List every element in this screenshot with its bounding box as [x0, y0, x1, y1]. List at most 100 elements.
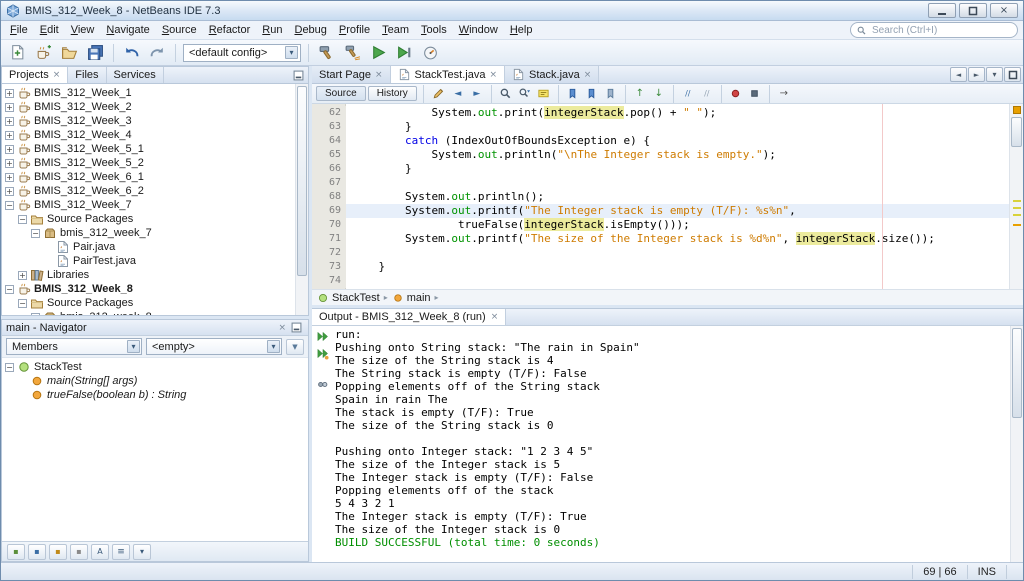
collapse-icon[interactable]: − [5, 201, 14, 210]
menu-debug[interactable]: Debug [288, 22, 332, 38]
navigator-minimize-button[interactable] [289, 321, 304, 335]
scroll-tabs-right-button[interactable]: ► [968, 67, 985, 82]
collapse-icon[interactable]: − [5, 363, 14, 372]
projects-tree[interactable]: +BMIS_312_Week_1+BMIS_312_Week_2+BMIS_31… [2, 84, 308, 315]
output-tab[interactable]: Output - BMIS_312_Week_8 (run)× [312, 309, 506, 325]
minimize-button[interactable] [928, 3, 956, 18]
menu-help[interactable]: Help [504, 22, 539, 38]
expand-icon[interactable]: + [5, 145, 14, 154]
menu-source[interactable]: Source [156, 22, 203, 38]
editor-tab-start-page[interactable]: Start Page× [312, 66, 391, 83]
breadcrumb-item[interactable]: StackTest [317, 292, 380, 304]
search-box[interactable] [850, 22, 1018, 38]
history-view-button[interactable]: History [368, 86, 417, 101]
close-icon[interactable]: × [53, 70, 61, 80]
next-occurrence-button[interactable]: ↓ [650, 86, 668, 102]
shift-right-button[interactable]: → [775, 86, 793, 102]
menu-edit[interactable]: Edit [34, 22, 65, 38]
project-tree-item[interactable]: −BMIS_312_Week_7 [2, 198, 308, 212]
expand-icon[interactable]: + [5, 131, 14, 140]
undo-button[interactable] [119, 41, 144, 64]
project-tree-item[interactable]: +BMIS_312_Week_3 [2, 114, 308, 128]
menu-view[interactable]: View [65, 22, 101, 38]
projects-minimize-button[interactable] [291, 68, 306, 82]
sort-by-source-button[interactable]: ≡ [112, 544, 130, 560]
expand-icon[interactable]: + [5, 159, 14, 168]
last-edit-button[interactable] [430, 86, 448, 102]
show-inherited-button[interactable]: ▪ [7, 544, 25, 560]
new-project-button[interactable] [31, 41, 56, 64]
editor-status-indicator[interactable] [1013, 106, 1021, 114]
stop-macro-button[interactable] [746, 86, 764, 102]
expand-icon[interactable]: + [5, 103, 14, 112]
editor-tab-stack-java[interactable]: Stack.java× [505, 66, 599, 83]
previous-occurrence-button[interactable]: ↑ [631, 86, 649, 102]
menu-team[interactable]: Team [376, 22, 415, 38]
project-tree-item[interactable]: +BMIS_312_Week_6_1 [2, 170, 308, 184]
maximize-window-button[interactable] [1004, 67, 1021, 82]
uncomment-button[interactable]: // [698, 86, 716, 102]
profile-project-button[interactable] [418, 41, 443, 64]
back-button[interactable]: ◄ [449, 86, 467, 102]
menu-profile[interactable]: Profile [333, 22, 376, 38]
navigator-tree[interactable]: −StackTestmain(String[] args)trueFalse(b… [2, 358, 308, 541]
navigator-tree-item[interactable]: main(String[] args) [2, 374, 308, 388]
open-project-button[interactable] [57, 41, 82, 64]
project-tree-item[interactable]: −Source Packages [2, 296, 308, 310]
collapse-icon[interactable]: − [18, 299, 27, 308]
next-bookmark-button[interactable] [583, 86, 601, 102]
project-tree-item[interactable]: −bmis_312_week_7 [2, 226, 308, 240]
run-project-button[interactable] [366, 41, 391, 64]
project-tree-item[interactable]: +BMIS_312_Week_5_1 [2, 142, 308, 156]
menu-run[interactable]: Run [256, 22, 288, 38]
ant-settings-button[interactable] [314, 377, 330, 392]
clean-and-build-project-button[interactable] [340, 41, 365, 64]
tab-projects[interactable]: Projects× [2, 67, 68, 83]
build-project-button[interactable] [314, 41, 339, 64]
collapse-icon[interactable]: − [18, 215, 27, 224]
close-icon[interactable]: × [584, 70, 592, 80]
toggle-bookmark-button[interactable] [602, 86, 620, 102]
show-fields-button[interactable]: ▪ [28, 544, 46, 560]
toggle-highlight-button[interactable] [535, 86, 553, 102]
collapse-icon[interactable]: − [31, 229, 40, 238]
editor-scrollbar[interactable] [1009, 104, 1023, 289]
scrollbar-thumb[interactable] [297, 86, 307, 276]
rerun-button[interactable] [314, 329, 330, 344]
title-bar[interactable]: BMIS_312_Week_8 - NetBeans IDE 7.3 × [1, 1, 1023, 21]
project-tree-item[interactable]: +bmis_312_week_8 [2, 310, 308, 315]
expand-icon[interactable]: + [5, 187, 14, 196]
save-all-button[interactable] [83, 41, 108, 64]
scrollbar-thumb[interactable] [1012, 328, 1022, 418]
debug-project-button[interactable] [392, 41, 417, 64]
navigator-settings-button[interactable]: ▼ [286, 339, 304, 355]
editor-scrollbar-thumb[interactable] [1011, 117, 1022, 147]
sort-alpha-button[interactable]: A [91, 544, 109, 560]
menu-tools[interactable]: Tools [415, 22, 453, 38]
expand-icon[interactable]: + [5, 117, 14, 126]
expand-icon[interactable]: + [5, 173, 14, 182]
output-scrollbar[interactable] [1010, 326, 1023, 562]
find-next-button[interactable] [516, 86, 534, 102]
expand-icon[interactable]: + [18, 271, 27, 280]
project-tree-item[interactable]: Pair.java [2, 240, 308, 254]
maximize-button[interactable] [959, 3, 987, 18]
project-tree-item[interactable]: PairTest.java [2, 254, 308, 268]
project-tree-item[interactable]: +Libraries [2, 268, 308, 282]
config-select[interactable]: <default config> ▾ [183, 44, 301, 62]
redo-button[interactable] [145, 41, 170, 64]
new-file-button[interactable] [5, 41, 30, 64]
start-macro-button[interactable] [727, 86, 745, 102]
members-combo[interactable]: Members▾ [6, 338, 142, 355]
forward-button[interactable]: ► [468, 86, 486, 102]
menu-window[interactable]: Window [453, 22, 504, 38]
close-icon[interactable]: × [491, 312, 499, 322]
find-selection-button[interactable] [497, 86, 515, 102]
navigator-close-button[interactable]: × [278, 323, 286, 333]
projects-scrollbar[interactable] [295, 84, 308, 315]
menu-refactor[interactable]: Refactor [203, 22, 257, 38]
search-input[interactable] [870, 24, 1012, 37]
close-icon[interactable]: × [375, 70, 383, 80]
collapse-icon[interactable]: − [5, 285, 14, 294]
project-tree-item[interactable]: +BMIS_312_Week_4 [2, 128, 308, 142]
